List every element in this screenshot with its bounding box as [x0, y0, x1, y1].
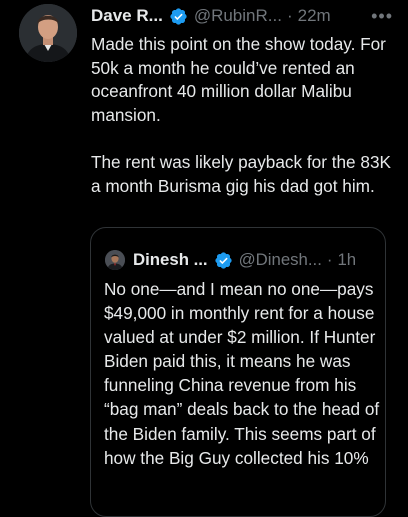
tweet[interactable]: Dave R... @RubinR... · 22m ••• Made this… — [0, 0, 408, 517]
quoted-tweet[interactable]: Dinesh ... @Dinesh... · 1h No one—and I … — [90, 227, 386, 517]
quoted-tweet-timestamp[interactable]: 1h — [337, 250, 356, 270]
more-options-icon[interactable]: ••• — [371, 6, 393, 27]
quoted-author-avatar[interactable] — [105, 250, 125, 270]
quoted-tweet-header: Dinesh ... @Dinesh... · 1h — [105, 248, 380, 272]
verified-badge-icon — [214, 251, 233, 270]
quoted-tweet-text: No one—and I mean no one—pays $49,000 in… — [104, 279, 380, 468]
quoted-author-name[interactable]: Dinesh ... — [133, 250, 208, 270]
tweet-paragraph: The rent was likely payback for the 83K … — [91, 151, 391, 196]
quoted-header-separator: · — [326, 250, 333, 269]
tweet-header: Dave R... @RubinR... · 22m ••• — [91, 4, 401, 28]
verified-badge-icon — [169, 7, 188, 26]
tweet-timestamp[interactable]: 22m — [298, 6, 331, 26]
tweet-paragraph: Made this point on the show today. For 5… — [91, 34, 386, 125]
quoted-author-avatar-image — [105, 250, 125, 270]
author-avatar[interactable] — [19, 4, 77, 62]
author-avatar-image — [19, 4, 77, 62]
quoted-author-handle[interactable]: @Dinesh... — [239, 250, 322, 270]
author-handle[interactable]: @RubinR... — [194, 6, 282, 26]
author-name[interactable]: Dave R... — [91, 6, 163, 26]
header-separator: · — [286, 6, 293, 25]
tweet-text: Made this point on the show today. For 5… — [91, 33, 396, 198]
